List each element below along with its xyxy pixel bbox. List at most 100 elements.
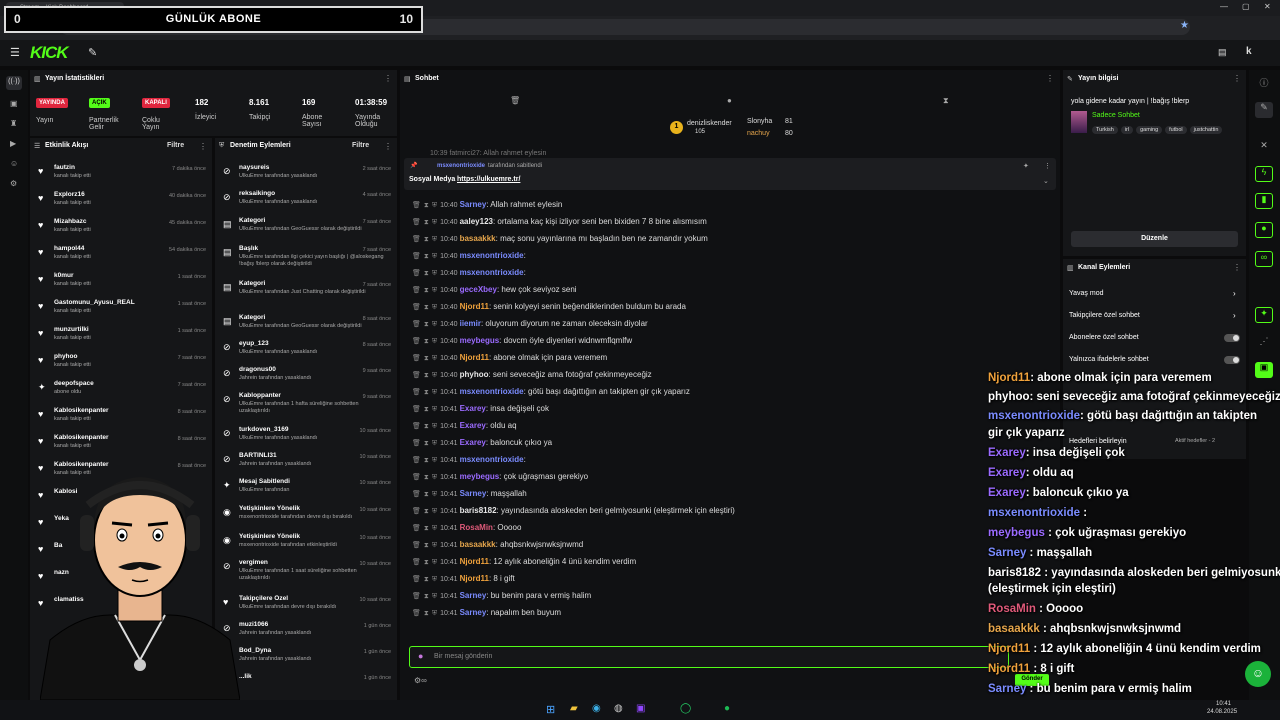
- moderation-item[interactable]: ▤ Kategori UlkuEmre tarafından GeoGuessr…: [215, 312, 397, 338]
- goals-row[interactable]: Hedefleri belirleyin: [1069, 438, 1127, 445]
- chat-message[interactable]: 🗑 ⧗ ⛨ 10:41 Exarey: insa değişeli çok: [412, 404, 549, 421]
- message-user[interactable]: msxenontrioxide: [460, 268, 524, 277]
- message-user[interactable]: msxenontrioxide: [460, 387, 524, 396]
- edge-icon[interactable]: ◉: [592, 703, 601, 714]
- moderation-item[interactable]: ⊘ dragonus00 Jahrein tarafından yasaklan…: [215, 364, 397, 390]
- message-user[interactable]: Njord11: [460, 302, 489, 311]
- message-user[interactable]: Exarey: [460, 421, 486, 430]
- timeout-icon[interactable]: ⧗: [424, 542, 429, 549]
- activity-user[interactable]: Kablosikenpanter: [54, 407, 164, 414]
- moderation-item[interactable]: ◉ Yetişkinlere Yönelik msxenontrioxide t…: [215, 531, 397, 557]
- rail-chat-icon[interactable]: ●: [1255, 222, 1273, 238]
- twitch-icon[interactable]: ▣: [636, 703, 645, 714]
- timeout-icon[interactable]: ⧗: [424, 287, 429, 294]
- layout-icon[interactable]: ▤: [1218, 47, 1227, 58]
- message-user[interactable]: msxenontrioxide: [460, 455, 524, 464]
- pinned-by-name[interactable]: msxenontrioxide: [437, 163, 485, 169]
- timeout-icon[interactable]: ⧗: [424, 202, 429, 209]
- moderation-item[interactable]: ▤ Başlık UlkuEmre tarafından ilgi çekici…: [215, 243, 397, 269]
- activity-menu-icon[interactable]: ⋮: [199, 142, 207, 151]
- chat-message[interactable]: 🗑 ⧗ ⛨ 10:40 msxenontrioxide:: [412, 251, 526, 268]
- followers-only-chevron-icon[interactable]: ›: [1233, 311, 1236, 320]
- chat-message[interactable]: 🗑 ⧗ ⛨ 10:41 Sarney: bu benim para v ermiş ha…: [412, 591, 591, 608]
- chat-message[interactable]: 🗑 ⧗ ⛨ 10:40 Njord11: senin kolyeyi senin beğ…: [412, 302, 686, 319]
- timeout-icon[interactable]: ⧗: [424, 610, 429, 617]
- rail-close-icon[interactable]: ✕: [1255, 140, 1273, 156]
- timeout-icon[interactable]: ⧗: [424, 321, 429, 328]
- gift-leader-1-name[interactable]: denizliskender: [687, 120, 732, 127]
- ban-icon[interactable]: ⛨: [432, 576, 437, 583]
- window-minimize-icon[interactable]: —: [1220, 2, 1228, 11]
- moderation-item[interactable]: ⊘ reksaikingo UlkuEmre tarafından yasakl…: [215, 188, 397, 214]
- moderation-target[interactable]: muzi1066: [239, 621, 349, 628]
- moderation-item[interactable]: ⊘ eyup_123 UlkuEmre tarafından yasakland…: [215, 338, 397, 364]
- delete-message-icon[interactable]: 🗑: [412, 219, 421, 226]
- message-user[interactable]: aaley123: [460, 217, 493, 226]
- chat-message[interactable]: 🗑 ⧗ ⛨ 10:41 basaakkk: ahqbsnkwjsnwksjnwmd: [412, 540, 583, 557]
- activity-user[interactable]: fautzin: [54, 164, 164, 171]
- rail-clip-icon[interactable]: ▶: [10, 139, 16, 148]
- delete-message-icon[interactable]: 🗑: [412, 610, 421, 617]
- edit-stream-info-button[interactable]: Düzenle: [1071, 231, 1238, 247]
- stream-tag[interactable]: justchattin: [1189, 126, 1223, 134]
- moderation-item[interactable]: ⊘ ...lik 1 gün önce: [215, 671, 397, 694]
- stream-tag[interactable]: irl: [1120, 126, 1134, 134]
- activity-user[interactable]: deepofspace: [54, 380, 164, 387]
- activity-item[interactable]: ♥ Mizahbazc kanalı takip etti 45 dakika …: [30, 216, 212, 242]
- message-user[interactable]: baris8182: [460, 506, 497, 515]
- activity-item[interactable]: ♥ Kablosikenpanter kanalı takip etti 8 s…: [30, 405, 212, 431]
- delete-message-icon[interactable]: 🗑: [412, 253, 421, 260]
- ban-icon[interactable]: ⛨: [432, 525, 437, 532]
- ban-icon[interactable]: ⛨: [432, 440, 437, 447]
- ban-icon[interactable]: ⛨: [432, 610, 437, 617]
- chat-message[interactable]: 🗑 ⧗ ⛨ 10:41 baris8182: yayındasında aloskede…: [412, 506, 735, 523]
- timeout-icon[interactable]: ⧗: [424, 219, 429, 226]
- rail-dashboard-icon[interactable]: ▣: [10, 99, 18, 108]
- activity-item[interactable]: ♥ phyhoo kanalı takip etti 7 saat önce: [30, 351, 212, 377]
- chat-hourglass-icon[interactable]: ⧗: [943, 96, 949, 106]
- timeout-icon[interactable]: ⧗: [424, 355, 429, 362]
- moderation-item[interactable]: ▤ Kategori UlkuEmre tarafından Just Chat…: [215, 278, 397, 304]
- rail-edit-icon[interactable]: ✎: [1255, 102, 1273, 118]
- message-user[interactable]: phyhoo: [460, 370, 489, 379]
- rail-link-icon[interactable]: ∞: [1255, 251, 1273, 267]
- delete-message-icon[interactable]: 🗑: [412, 236, 421, 243]
- delete-message-icon[interactable]: 🗑: [412, 202, 421, 209]
- timeout-icon[interactable]: ⧗: [424, 474, 429, 481]
- chat-trash-icon[interactable]: 🗑: [510, 96, 520, 105]
- delete-message-icon[interactable]: 🗑: [412, 542, 421, 549]
- delete-message-icon[interactable]: 🗑: [412, 525, 421, 532]
- message-user[interactable]: Sarney: [460, 591, 487, 600]
- ban-icon[interactable]: ⛨: [432, 270, 437, 277]
- rail-settings-icon[interactable]: ⚙: [10, 179, 17, 188]
- stream-tag[interactable]: gaming: [1136, 126, 1163, 134]
- activity-item[interactable]: ♥ munzurtilki kanalı takip etti 1 saat ö…: [30, 324, 212, 350]
- rail-users-icon[interactable]: ☺: [10, 159, 18, 168]
- moderation-item[interactable]: ⊘ vergimen UlkuEmre tarafından 1 saat sü…: [215, 557, 397, 583]
- activity-item[interactable]: ♥ Gastomunu_Ayusu_REAL kanalı takip etti…: [30, 297, 212, 323]
- chat-message[interactable]: 🗑 ⧗ ⛨ 10:41 msxenontrioxide: götü başı dağıt…: [412, 387, 690, 404]
- stream-tag[interactable]: futbol: [1165, 126, 1187, 134]
- chat-message[interactable]: 🗑 ⧗ ⛨ 10:40 iiemir: oluyorum diyorum ne zama…: [412, 319, 648, 336]
- timeout-icon[interactable]: ⧗: [424, 253, 429, 260]
- message-user[interactable]: Njord11: [460, 353, 489, 362]
- delete-message-icon[interactable]: 🗑: [412, 423, 421, 430]
- rail-green-icon[interactable]: ▣: [1255, 362, 1273, 378]
- message-user[interactable]: Sarney: [460, 608, 487, 617]
- timeout-icon[interactable]: ⧗: [424, 236, 429, 243]
- chat-message[interactable]: 🗑 ⧗ ⛨ 10:40 phyhoo: seni seveceğiz ama fotoğ…: [412, 370, 652, 387]
- ban-icon[interactable]: ⛨: [432, 372, 437, 379]
- ban-icon[interactable]: ⛨: [432, 253, 437, 260]
- message-user[interactable]: Exarey: [460, 404, 486, 413]
- chat-bubble-icon[interactable]: ●: [727, 96, 732, 105]
- delete-message-icon[interactable]: 🗑: [412, 457, 421, 464]
- moderation-item[interactable]: ✦ Mesaj Sabitlendi UlkuEmre tarafından 1…: [215, 476, 397, 502]
- rail-stream-icon[interactable]: ((·)): [6, 76, 22, 90]
- timeout-icon[interactable]: ⧗: [424, 372, 429, 379]
- activity-filter-button[interactable]: Filtre: [167, 142, 184, 149]
- delete-message-icon[interactable]: 🗑: [412, 321, 421, 328]
- delete-message-icon[interactable]: 🗑: [412, 372, 421, 379]
- followers-only-row[interactable]: Takipçilere özel sohbet: [1069, 312, 1140, 319]
- message-user[interactable]: basaakkk: [460, 540, 496, 549]
- chat-message[interactable]: 🗑 ⧗ ⛨ 10:40 geceXbey: hew çok seviyoz seni: [412, 285, 577, 302]
